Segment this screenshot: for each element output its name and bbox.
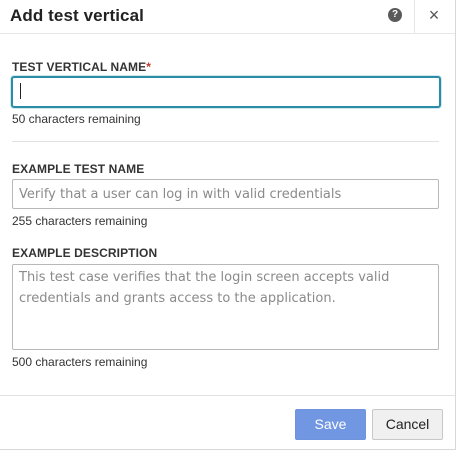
example-test-name-label: EXAMPLE TEST NAME [12, 162, 145, 176]
section-divider [12, 141, 439, 142]
footer-divider [0, 395, 455, 396]
vertical-name-remaining: 50 characters remaining [12, 112, 141, 126]
header-separator [414, 0, 415, 33]
vertical-name-input[interactable] [11, 76, 441, 108]
text-caret [20, 83, 21, 99]
vertical-name-label-text: TEST VERTICAL NAME [12, 60, 147, 74]
example-description-textarea[interactable] [12, 264, 439, 350]
dialog-header: Add test vertical ? × [0, 0, 455, 34]
close-icon[interactable]: × [424, 5, 444, 25]
example-test-name-remaining: 255 characters remaining [12, 214, 148, 228]
required-marker: * [146, 60, 152, 74]
add-test-vertical-dialog: Add test vertical ? × TEST VERTICAL NAME… [0, 0, 456, 450]
cancel-button[interactable]: Cancel [372, 409, 443, 440]
vertical-name-label: TEST VERTICAL NAME* [12, 60, 151, 74]
save-button[interactable]: Save [295, 409, 366, 440]
example-description-remaining: 500 characters remaining [12, 355, 148, 369]
example-description-label: EXAMPLE DESCRIPTION [12, 246, 158, 260]
example-test-name-input[interactable] [12, 179, 439, 209]
dialog-title: Add test vertical [10, 6, 144, 25]
help-icon[interactable]: ? [388, 8, 402, 22]
